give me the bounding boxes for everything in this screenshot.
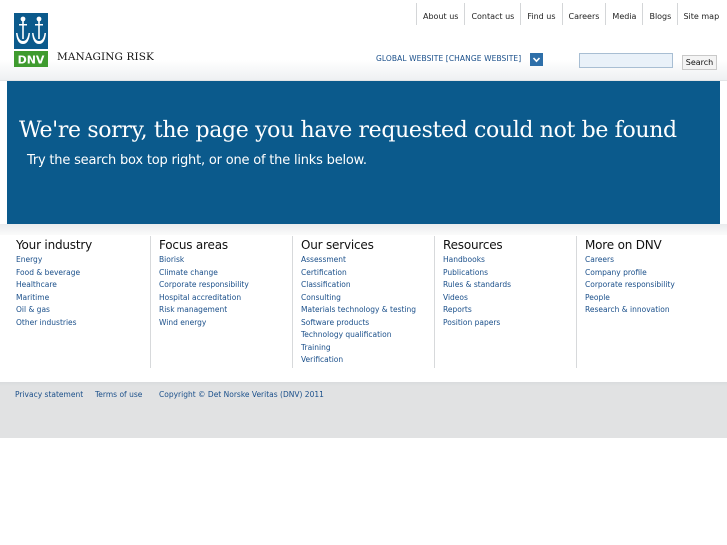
column-title[interactable]: Focus areas [159,238,292,252]
link-software-products[interactable]: Software products [301,317,434,330]
change-website-dropdown-button[interactable] [530,53,543,66]
column-title[interactable]: More on DNV [585,238,718,252]
column-your-industry: Your industry Energy Food & beverage Hea… [8,236,150,368]
link-wind-energy[interactable]: Wind energy [159,317,292,330]
link-biorisk[interactable]: Biorisk [159,254,292,267]
link-assessment[interactable]: Assessment [301,254,434,267]
tagline: MANAGING RISK [57,51,154,63]
chevron-down-icon [532,57,541,63]
global-website-link[interactable]: GLOBAL WEBSITE [CHANGE WEBSITE] [376,54,521,63]
column-our-services: Our services Assessment Certification Cl… [292,236,434,368]
link-corporate-responsibility[interactable]: Corporate responsibility [159,279,292,292]
privacy-statement-link[interactable]: Privacy statement [15,390,83,399]
column-more-on-dnv: More on DNV Careers Company profile Corp… [576,236,718,368]
link-research-innovation[interactable]: Research & innovation [585,304,718,317]
link-consulting[interactable]: Consulting [301,292,434,305]
column-focus-areas: Focus areas Biorisk Climate change Corpo… [150,236,292,368]
nav-about-us[interactable]: About us [416,3,465,25]
link-publications[interactable]: Publications [443,267,576,280]
top-navigation: About us Contact us Find us Careers Medi… [416,3,725,25]
header: About us Contact us Find us Careers Medi… [0,0,727,81]
nav-media[interactable]: Media [605,3,643,25]
error-subheading: Try the search box top right, or one of … [27,153,367,168]
nav-find-us[interactable]: Find us [520,3,562,25]
link-hospital-accreditation[interactable]: Hospital accreditation [159,292,292,305]
link-handbooks[interactable]: Handbooks [443,254,576,267]
link-verification[interactable]: Verification [301,354,434,367]
column-resources: Resources Handbooks Publications Rules &… [434,236,576,368]
nav-contact-us[interactable]: Contact us [464,3,521,25]
link-certification[interactable]: Certification [301,267,434,280]
column-title[interactable]: Resources [443,238,576,252]
search-button[interactable]: Search [682,55,717,70]
link-technology-qualification[interactable]: Technology qualification [301,329,434,342]
link-maritime[interactable]: Maritime [16,292,150,305]
link-materials-technology-testing[interactable]: Materials technology & testing [301,304,434,317]
link-training[interactable]: Training [301,342,434,355]
nav-blogs[interactable]: Blogs [642,3,678,25]
nav-site-map[interactable]: Site map [677,3,725,25]
link-videos[interactable]: Videos [443,292,576,305]
link-risk-management[interactable]: Risk management [159,304,292,317]
link-other-industries[interactable]: Other industries [16,317,150,330]
link-food-beverage[interactable]: Food & beverage [16,267,150,280]
link-people[interactable]: People [585,292,718,305]
link-position-papers[interactable]: Position papers [443,317,576,330]
link-columns: Your industry Energy Food & beverage Hea… [8,236,718,368]
divider-band [0,224,727,235]
dnv-logo[interactable]: DNV [14,13,48,67]
terms-of-use-link[interactable]: Terms of use [95,390,142,399]
nav-careers[interactable]: Careers [561,3,606,25]
footer: Privacy statement Terms of use Copyright… [0,382,727,438]
link-healthcare[interactable]: Healthcare [16,279,150,292]
link-energy[interactable]: Energy [16,254,150,267]
copyright-text: Copyright © Det Norske Veritas (DNV) 201… [159,390,324,399]
link-company-profile[interactable]: Company profile [585,267,718,280]
link-climate-change[interactable]: Climate change [159,267,292,280]
search-input[interactable] [579,53,673,68]
link-classification[interactable]: Classification [301,279,434,292]
error-banner: We're sorry, the page you have requested… [7,81,720,224]
link-careers[interactable]: Careers [585,254,718,267]
link-rules-standards[interactable]: Rules & standards [443,279,576,292]
error-heading: We're sorry, the page you have requested… [19,118,677,143]
column-title[interactable]: Your industry [16,238,150,252]
svg-text:DNV: DNV [18,54,45,67]
link-corporate-responsibility-more[interactable]: Corporate responsibility [585,279,718,292]
link-oil-gas[interactable]: Oil & gas [16,304,150,317]
column-title[interactable]: Our services [301,238,434,252]
link-reports[interactable]: Reports [443,304,576,317]
